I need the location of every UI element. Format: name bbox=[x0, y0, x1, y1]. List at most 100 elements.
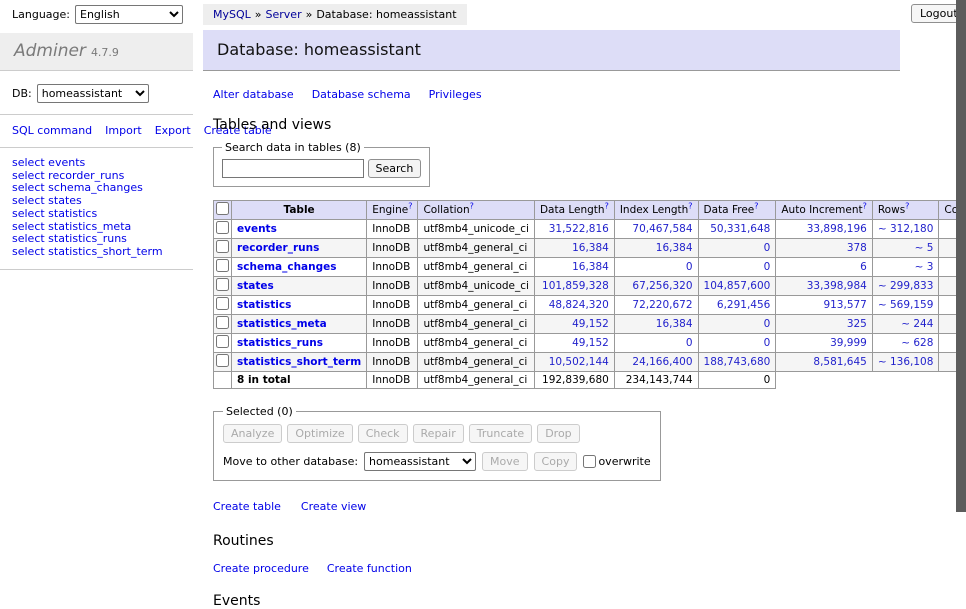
table-name-link[interactable]: recorder_runs bbox=[237, 242, 319, 254]
copy-button[interactable]: Copy bbox=[534, 452, 578, 471]
table-name-link[interactable]: statistics_runs bbox=[237, 337, 323, 349]
cell-index-length[interactable]: 67,256,320 bbox=[614, 277, 698, 296]
database-action-link[interactable]: Database schema bbox=[312, 88, 411, 101]
cell-index-length[interactable]: 0 bbox=[614, 258, 698, 277]
cell-data-length[interactable]: 49,152 bbox=[534, 334, 614, 353]
column-help-link[interactable]: ? bbox=[905, 202, 909, 211]
column-help-link[interactable]: ? bbox=[408, 202, 412, 211]
cell-data-length[interactable]: 101,859,328 bbox=[534, 277, 614, 296]
cell-engine: InnoDB bbox=[367, 315, 418, 334]
sidebar-action-link[interactable]: SQL command bbox=[12, 124, 92, 137]
sidebar-select-link[interactable]: select statistics bbox=[12, 208, 181, 221]
move-button[interactable]: Move bbox=[482, 452, 528, 471]
row-checkbox[interactable] bbox=[216, 316, 229, 329]
routine-link[interactable]: Create function bbox=[327, 562, 412, 575]
cell-rows[interactable]: ~ 299,833 bbox=[872, 277, 939, 296]
selected-buttons: Analyze Optimize Check Repair Truncate Drop bbox=[223, 424, 651, 443]
row-checkbox[interactable] bbox=[216, 240, 229, 253]
selected-action-button[interactable]: Truncate bbox=[469, 424, 532, 443]
breadcrumb-server-link[interactable]: Server bbox=[266, 8, 302, 21]
selected-action-button[interactable]: Optimize bbox=[287, 424, 352, 443]
selected-action-button[interactable]: Analyze bbox=[223, 424, 282, 443]
sidebar-select-link[interactable]: select statistics_short_term bbox=[12, 246, 181, 259]
vertical-scrollbar[interactable] bbox=[956, 0, 966, 543]
cell-data-free[interactable]: 0 bbox=[698, 258, 776, 277]
cell-index-length[interactable]: 16,384 bbox=[614, 315, 698, 334]
cell-auto-increment[interactable]: 6 bbox=[776, 258, 873, 277]
sidebar-table-list: select eventsselect recorder_runsselect … bbox=[0, 148, 193, 269]
cell-data-free[interactable]: 104,857,600 bbox=[698, 277, 776, 296]
cell-data-length[interactable]: 49,152 bbox=[534, 315, 614, 334]
column-help-link[interactable]: ? bbox=[470, 202, 474, 211]
selected-action-button[interactable]: Check bbox=[358, 424, 408, 443]
cell-data-free[interactable]: 0 bbox=[698, 239, 776, 258]
cell-data-free[interactable]: 6,291,456 bbox=[698, 296, 776, 315]
cell-data-length[interactable]: 10,502,144 bbox=[534, 353, 614, 372]
column-help-link[interactable]: ? bbox=[605, 202, 609, 211]
language-select[interactable]: English bbox=[75, 5, 183, 24]
breadcrumb-mysql-link[interactable]: MySQL bbox=[213, 8, 251, 21]
table-name-link[interactable]: schema_changes bbox=[237, 261, 337, 273]
cell-index-length[interactable]: 70,467,584 bbox=[614, 220, 698, 239]
cell-data-length[interactable]: 31,522,816 bbox=[534, 220, 614, 239]
cell-data-length[interactable]: 16,384 bbox=[534, 239, 614, 258]
sidebar-select-link[interactable]: select events bbox=[12, 157, 181, 170]
column-help-link[interactable]: ? bbox=[754, 202, 758, 211]
database-action-link[interactable]: Alter database bbox=[213, 88, 294, 101]
move-database-select[interactable]: homeassistant bbox=[364, 452, 476, 471]
search-input[interactable] bbox=[222, 159, 364, 178]
cell-auto-increment[interactable]: 33,898,196 bbox=[776, 220, 873, 239]
cell-rows[interactable]: ~ 5 bbox=[872, 239, 939, 258]
cell-rows[interactable]: ~ 569,159 bbox=[872, 296, 939, 315]
table-name-link[interactable]: statistics bbox=[237, 299, 291, 311]
sidebar-action-link[interactable]: Export bbox=[155, 124, 191, 137]
select-all-checkbox[interactable] bbox=[216, 202, 229, 215]
cell-data-free[interactable]: 50,331,648 bbox=[698, 220, 776, 239]
row-checkbox[interactable] bbox=[216, 221, 229, 234]
cell-index-length[interactable]: 72,220,672 bbox=[614, 296, 698, 315]
search-button[interactable]: Search bbox=[368, 159, 422, 178]
cell-auto-increment[interactable]: 378 bbox=[776, 239, 873, 258]
row-checkbox[interactable] bbox=[216, 297, 229, 310]
cell-rows[interactable]: ~ 244 bbox=[872, 315, 939, 334]
selected-action-button[interactable]: Repair bbox=[413, 424, 464, 443]
table-name-link[interactable]: statistics_short_term bbox=[237, 356, 361, 368]
row-checkbox[interactable] bbox=[216, 354, 229, 367]
cell-auto-increment[interactable]: 325 bbox=[776, 315, 873, 334]
overwrite-checkbox[interactable] bbox=[583, 455, 596, 468]
cell-auto-increment[interactable]: 913,577 bbox=[776, 296, 873, 315]
cell-rows[interactable]: ~ 136,108 bbox=[872, 353, 939, 372]
sidebar-action-link[interactable]: Import bbox=[105, 124, 142, 137]
cell-index-length[interactable]: 0 bbox=[614, 334, 698, 353]
scrollbar-thumb[interactable] bbox=[956, 0, 966, 512]
cell-rows[interactable]: ~ 628 bbox=[872, 334, 939, 353]
sidebar-select-link[interactable]: select states bbox=[12, 195, 181, 208]
row-checkbox[interactable] bbox=[216, 278, 229, 291]
cell-rows[interactable]: ~ 3 bbox=[872, 258, 939, 277]
table-name-link[interactable]: events bbox=[237, 223, 277, 235]
database-action-link[interactable]: Privileges bbox=[429, 88, 482, 101]
cell-data-free[interactable]: 0 bbox=[698, 315, 776, 334]
cell-data-length[interactable]: 16,384 bbox=[534, 258, 614, 277]
cell-rows[interactable]: ~ 312,180 bbox=[872, 220, 939, 239]
cell-data-free[interactable]: 0 bbox=[698, 334, 776, 353]
cell-table-name: states bbox=[232, 277, 367, 296]
table-name-link[interactable]: states bbox=[237, 280, 274, 292]
routine-link[interactable]: Create procedure bbox=[213, 562, 309, 575]
cell-index-length[interactable]: 24,166,400 bbox=[614, 353, 698, 372]
column-help-link[interactable]: ? bbox=[863, 202, 867, 211]
db-select[interactable]: homeassistant bbox=[37, 84, 149, 103]
table-name-link[interactable]: statistics_meta bbox=[237, 318, 327, 330]
cell-data-length[interactable]: 48,824,320 bbox=[534, 296, 614, 315]
create-link[interactable]: Create view bbox=[301, 500, 366, 513]
row-checkbox[interactable] bbox=[216, 259, 229, 272]
selected-action-button[interactable]: Drop bbox=[537, 424, 579, 443]
cell-auto-increment[interactable]: 33,398,984 bbox=[776, 277, 873, 296]
cell-index-length[interactable]: 16,384 bbox=[614, 239, 698, 258]
cell-auto-increment[interactable]: 8,581,645 bbox=[776, 353, 873, 372]
column-help-link[interactable]: ? bbox=[688, 202, 692, 211]
create-link[interactable]: Create table bbox=[213, 500, 281, 513]
cell-data-free[interactable]: 188,743,680 bbox=[698, 353, 776, 372]
cell-auto-increment[interactable]: 39,999 bbox=[776, 334, 873, 353]
row-checkbox[interactable] bbox=[216, 335, 229, 348]
